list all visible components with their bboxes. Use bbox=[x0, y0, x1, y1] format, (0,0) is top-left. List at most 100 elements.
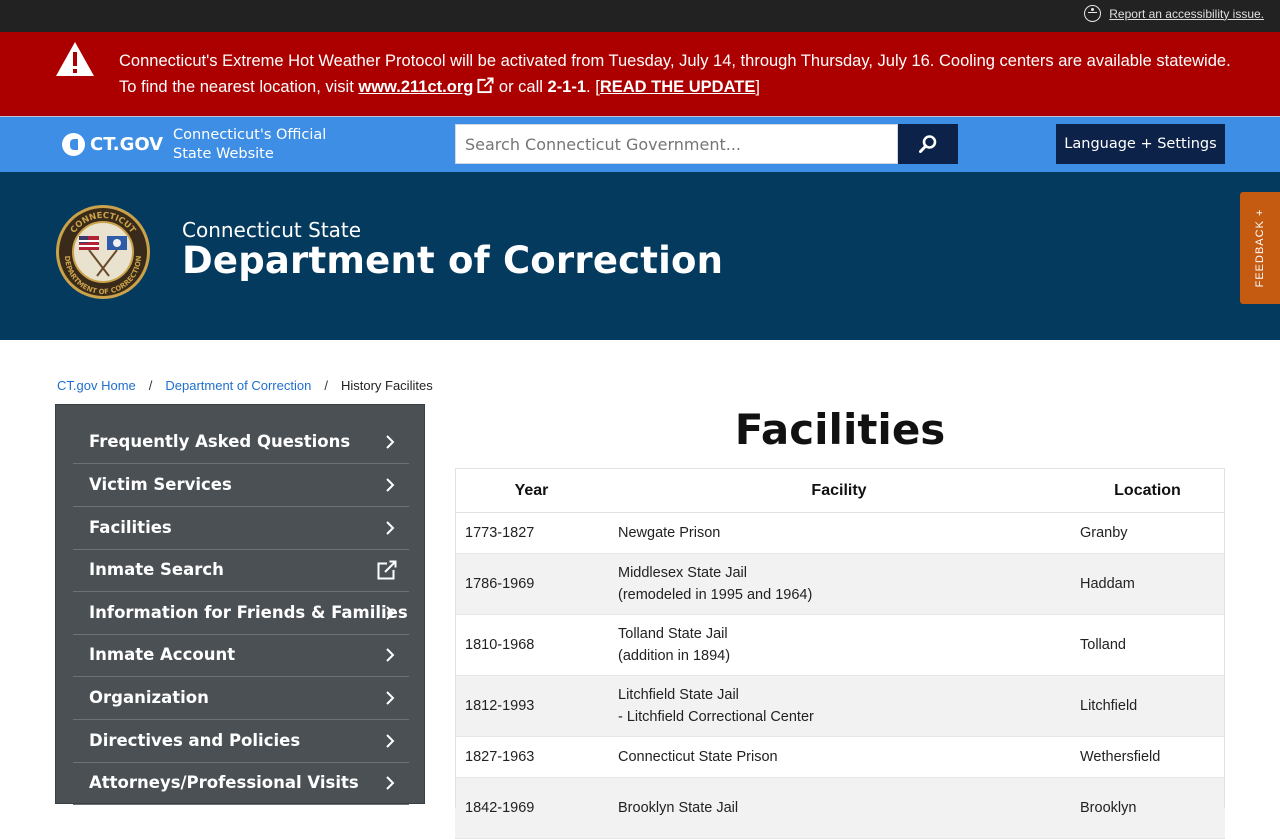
cell-location: Tolland bbox=[1080, 637, 1126, 653]
ctgov-logo-text: CT.GOV bbox=[90, 134, 164, 155]
page-title: Facilities bbox=[734, 405, 946, 454]
search-icon bbox=[919, 135, 937, 153]
report-accessibility-label: Report an accessibility issue. bbox=[1109, 6, 1264, 21]
external-link-icon bbox=[377, 560, 397, 580]
site-search-input[interactable] bbox=[455, 124, 898, 164]
official-site-label: Connecticut's Official State Website bbox=[173, 126, 326, 164]
facility-line: Litchfield State Jail bbox=[618, 687, 739, 703]
sidebar-item-directives-and-policies[interactable]: Directives and Policies bbox=[73, 720, 409, 763]
cell-facility: Newgate Prison bbox=[608, 513, 1070, 554]
chevron-right-icon bbox=[386, 435, 395, 449]
external-link-icon bbox=[477, 77, 495, 94]
sidebar-item-label: Organization bbox=[89, 688, 209, 707]
sidebar-item-facilities[interactable]: Facilities bbox=[73, 507, 409, 550]
cell-year: 1773-1827 bbox=[465, 525, 535, 541]
sidebar-item-label: Victim Services bbox=[89, 475, 232, 494]
sidebar-item-label: Inmate Search bbox=[89, 560, 224, 579]
alert-message: Connecticut's Extreme Hot Weather Protoc… bbox=[119, 48, 1239, 100]
ctgov-logo-icon bbox=[62, 133, 85, 156]
sidebar-item-inmate-search[interactable]: Inmate Search bbox=[73, 549, 409, 592]
column-header-year: Year bbox=[455, 468, 608, 513]
facilities-table: Year Facility Location 1773-1827 Newgate … bbox=[455, 468, 1225, 839]
warning-icon bbox=[56, 42, 94, 76]
table-row: 1773-1827 Newgate Prison Granby bbox=[455, 513, 1225, 554]
chevron-right-icon bbox=[386, 521, 395, 535]
facilities-table-container: Year Facility Location 1773-1827 Newgate … bbox=[455, 468, 1225, 839]
cell-location: Brooklyn bbox=[1080, 800, 1137, 816]
cell-facility: Tolland State Jail (addition in 1894) bbox=[608, 615, 1070, 676]
cell-year: 1786-1969 bbox=[465, 576, 535, 592]
chevron-right-icon bbox=[386, 478, 395, 492]
table-header-row: Year Facility Location bbox=[455, 468, 1225, 513]
211ct-link-label: www.211ct.org bbox=[358, 78, 474, 96]
cell-facility: Brooklyn State Jail bbox=[608, 778, 1070, 839]
report-accessibility-link[interactable]: Report an accessibility issue. bbox=[1084, 5, 1264, 22]
chevron-right-icon bbox=[386, 648, 395, 662]
table-row: 1842-1969 Brooklyn State Jail Brooklyn bbox=[455, 777, 1225, 839]
sidebar-item-label: Inmate Account bbox=[89, 645, 236, 664]
alert-phone: 2-1-1 bbox=[547, 78, 587, 96]
cell-location: Litchfield bbox=[1080, 698, 1138, 714]
table-row: 1786-1969 Middlesex State Jail (remodeled … bbox=[455, 553, 1225, 615]
facility-line: (remodeled in 1995 and 1964) bbox=[618, 587, 813, 603]
breadcrumb-separator: / bbox=[148, 378, 153, 393]
sidebar-item-organization[interactable]: Organization bbox=[73, 677, 409, 720]
cell-year: 1810-1968 bbox=[465, 637, 535, 653]
agency-title[interactable]: Department of Correction bbox=[182, 239, 723, 282]
side-navigation: Frequently Asked Questions Victim Service… bbox=[55, 404, 425, 805]
feedback-tab[interactable]: FEEDBACK + bbox=[1240, 192, 1280, 304]
chevron-right-icon bbox=[386, 606, 395, 620]
breadcrumb-dept-link[interactable]: Department of Correction bbox=[165, 378, 311, 393]
breadcrumb: CT.gov Home / Department of Correction /… bbox=[57, 378, 433, 393]
chevron-right-icon bbox=[386, 734, 395, 748]
search-button[interactable] bbox=[898, 124, 958, 164]
breadcrumb-current: History Facilites bbox=[340, 378, 433, 393]
alert-text-part: . [ bbox=[586, 78, 600, 96]
facility-line: Brooklyn State Jail bbox=[618, 800, 739, 816]
cell-facility: Litchfield State Jail - Litchfield Correc… bbox=[608, 676, 1070, 737]
cell-location: Wethersfield bbox=[1080, 749, 1161, 765]
chevron-right-icon bbox=[386, 691, 395, 705]
sidebar-item-victim-services[interactable]: Victim Services bbox=[73, 464, 409, 507]
cell-year: 1827-1963 bbox=[465, 749, 535, 765]
facility-line: Tolland State Jail bbox=[618, 626, 728, 642]
top-utility-bar: Report an accessibility issue. bbox=[0, 0, 1280, 32]
facility-line: Connecticut State Prison bbox=[618, 749, 778, 765]
facility-line: Middlesex State Jail bbox=[618, 565, 747, 581]
sidebar-item-label: Directives and Policies bbox=[89, 731, 301, 750]
agency-hero: CONNECTICUT DEPARTMENT OF CORRECTION Con… bbox=[0, 172, 1280, 340]
language-settings-button[interactable]: Language + Settings bbox=[1056, 124, 1225, 164]
facility-line: Newgate Prison bbox=[618, 525, 721, 541]
weather-alert-banner: Connecticut's Extreme Hot Weather Protoc… bbox=[0, 32, 1280, 116]
211ct-link[interactable]: www.211ct.org bbox=[358, 77, 495, 96]
official-line-1: Connecticut's Official bbox=[173, 127, 327, 143]
read-update-link[interactable]: READ THE UPDATE bbox=[600, 78, 756, 96]
sidebar-item-label: Attorneys/Professional Visits bbox=[89, 773, 359, 792]
table-row: 1810-1968 Tolland State Jail (addition in … bbox=[455, 615, 1225, 676]
breadcrumb-home-link[interactable]: CT.gov Home bbox=[57, 378, 136, 393]
feedback-label: FEEDBACK + bbox=[1254, 208, 1266, 288]
sidebar-item-attorneys-professional-visits[interactable]: Attorneys/Professional Visits bbox=[73, 762, 409, 805]
sidebar-item-inmate-account[interactable]: Inmate Account bbox=[73, 634, 409, 677]
sidebar-item-label: Facilities bbox=[89, 518, 172, 537]
facility-line: - Litchfield Correctional Center bbox=[618, 709, 814, 725]
ctgov-header-bar: CT.GOV Connecticut's Official State Webs… bbox=[0, 117, 1280, 172]
cell-location: Haddam bbox=[1080, 576, 1135, 592]
cell-year: 1842-1969 bbox=[465, 800, 535, 816]
facility-line: (addition in 1894) bbox=[618, 648, 731, 664]
official-line-2: State Website bbox=[173, 146, 274, 162]
cell-facility: Connecticut State Prison bbox=[608, 737, 1070, 778]
cell-location: Granby bbox=[1080, 525, 1128, 541]
sidebar-item-label: Information for Friends & Families bbox=[89, 603, 408, 622]
chevron-right-icon bbox=[386, 776, 395, 790]
doc-seal-logo[interactable]: CONNECTICUT DEPARTMENT OF CORRECTION bbox=[55, 204, 151, 300]
cell-facility: Middlesex State Jail (remodeled in 1995 a… bbox=[608, 554, 1070, 615]
table-row: 1827-1963 Connecticut State Prison Wethers… bbox=[455, 737, 1225, 778]
alert-text-part: ] bbox=[755, 78, 760, 96]
column-header-location: Location bbox=[1070, 468, 1225, 513]
breadcrumb-separator: / bbox=[324, 378, 328, 393]
sidebar-item-frequently-asked-questions[interactable]: Frequently Asked Questions bbox=[73, 421, 409, 464]
sidebar-item-information-for-friends-families[interactable]: Information for Friends & Families bbox=[73, 592, 409, 635]
ctgov-logo[interactable]: CT.GOV bbox=[62, 133, 163, 156]
table-row: 1812-1993 Litchfield State Jail - Litchfie… bbox=[455, 675, 1225, 737]
